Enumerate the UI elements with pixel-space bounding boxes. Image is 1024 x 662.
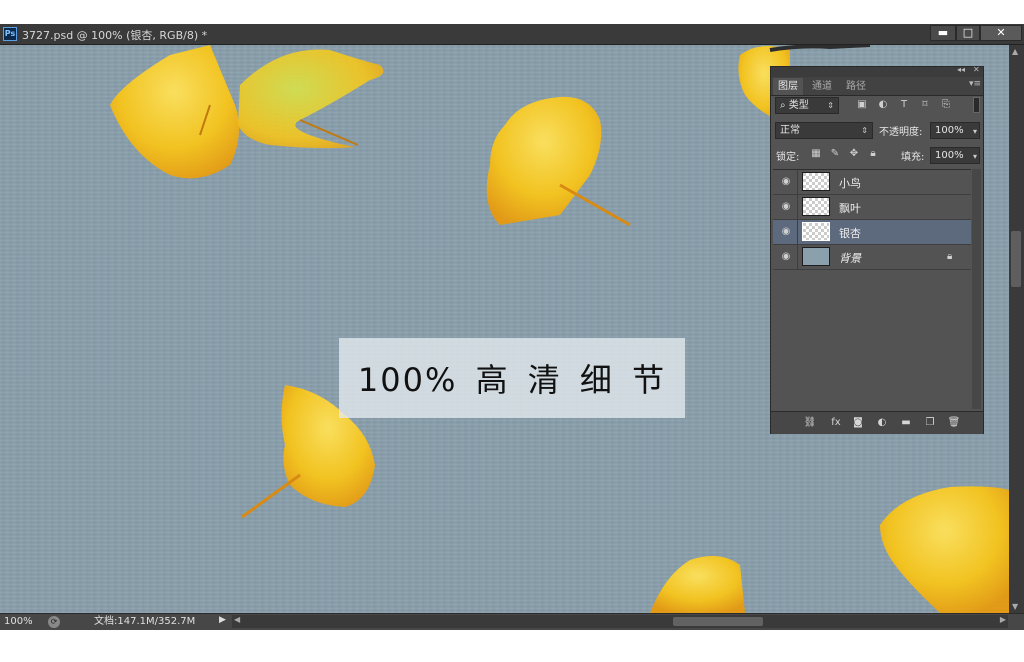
canvas-horizontal-scrollbar[interactable]: ◀ ▶ [232, 615, 1008, 628]
link-layers-icon[interactable]: ⛓ [803, 416, 817, 430]
document-tab-title[interactable]: 3727.psd @ 100% (银杏, RGB/8) * [22, 27, 207, 43]
opacity-field[interactable]: 100% ▾ [930, 122, 980, 139]
fill-label: 填充: [901, 152, 925, 163]
fill-value: 100% [935, 150, 964, 161]
panel-menu-icon[interactable]: ▾≡ [969, 79, 981, 89]
blend-mode-value: 正常 [780, 125, 800, 136]
scroll-right-arrow-icon[interactable]: ▶ [1000, 615, 1006, 624]
branch-shape [769, 45, 871, 52]
delete-layer-trash-icon[interactable]: 🗑︎ [947, 416, 961, 430]
horizontal-scroll-thumb[interactable] [673, 617, 763, 626]
search-icon: ⌕ [780, 100, 789, 111]
tab-layers[interactable]: 图层 [773, 78, 803, 95]
document-title-bar: Ps 3727.psd @ 100% (银杏, RGB/8) * ▬ □ ✕ [0, 24, 1024, 45]
layer-name[interactable]: 银杏 [839, 225, 861, 241]
caption-banner: 100% 高 清 细 节 [339, 338, 685, 418]
status-bar: 100% ⟳ 文档:147.1M/352.7M ▶ ◀ ▶ [0, 613, 1024, 630]
fill-field[interactable]: 100% ▾ [930, 147, 980, 164]
tab-paths[interactable]: 路径 [841, 78, 871, 95]
ginkgo-leaf-bottomright [880, 486, 1009, 613]
document-size-info: 文档:147.1M/352.7M [94, 616, 196, 627]
layer-row-ginkgo[interactable]: ◉ 银杏 [773, 220, 971, 245]
page-bottom-margin [0, 630, 1024, 662]
layer-thumbnail [802, 247, 830, 266]
adjustment-layer-icon[interactable]: ◐ [875, 416, 889, 430]
close-panel-icon[interactable]: ✕ [973, 65, 980, 74]
filter-toggle-switch[interactable] [973, 97, 980, 113]
chevron-down-icon[interactable]: ▾ [973, 124, 977, 139]
lock-icon: 🔒︎ [947, 251, 953, 262]
vertical-scroll-thumb[interactable] [1011, 231, 1021, 287]
layer-thumbnail [802, 197, 830, 216]
scroll-up-arrow-icon[interactable]: ▲ [1012, 47, 1018, 56]
add-mask-icon[interactable]: ◙ [851, 416, 865, 430]
lock-position-icon[interactable]: ✥ [848, 148, 860, 160]
blend-mode-select[interactable]: 正常 ⇕ [775, 122, 873, 139]
maximize-button[interactable]: □ [956, 25, 980, 41]
divider [797, 220, 798, 244]
divider [797, 170, 798, 194]
divider [797, 195, 798, 219]
layer-filter-select[interactable]: ⌕ 类型 ⇕ [775, 97, 839, 114]
type-filter-icon[interactable]: T [897, 98, 911, 112]
visibility-eye-icon[interactable]: ◉ [780, 251, 792, 263]
layer-thumbnail [802, 172, 830, 191]
ginkgo-leaf-topleft [110, 45, 239, 179]
new-layer-icon[interactable]: ❐ [923, 416, 937, 430]
layer-list-scrollbar[interactable] [972, 169, 981, 409]
minimize-button[interactable]: ▬ [930, 25, 956, 41]
layers-panel-footer: ⛓ fx ◙ ◐ ▬ ❐ 🗑︎ [771, 411, 983, 434]
ginkgo-leaf-center [486, 96, 631, 227]
layer-name[interactable]: 背景 [839, 250, 861, 266]
layer-row-bird[interactable]: ◉ 小鸟 [773, 170, 971, 195]
status-menu-arrow-icon[interactable]: ▶ [219, 615, 226, 625]
layer-thumbnail [802, 222, 830, 241]
opacity-value: 100% [935, 125, 964, 136]
layer-list: ◉ 小鸟 ◉ 飘叶 ◉ 银杏 ◉ 背景 🔒︎ [773, 169, 971, 410]
panel-tabs: 图层 通道 路径 ▾≡ [771, 77, 983, 96]
opacity-label: 不透明度: [879, 127, 923, 138]
dropdown-arrows-icon: ⇕ [861, 126, 868, 135]
caption-text: 100% 高 清 细 节 [357, 361, 667, 399]
divider [797, 245, 798, 269]
lock-transparent-pixels-icon[interactable]: ▦ [810, 148, 822, 160]
adjustment-filter-icon[interactable]: ◐ [876, 98, 890, 112]
share-icon[interactable]: ⟳ [48, 616, 60, 628]
filter-kind-value: 类型 [788, 100, 809, 111]
tab-channels[interactable]: 通道 [807, 78, 837, 95]
panel-header-strip[interactable]: ◂◂ ✕ [771, 65, 983, 77]
layer-row-background[interactable]: ◉ 背景 🔒︎ [773, 245, 971, 270]
layer-style-fx-icon[interactable]: fx [829, 416, 843, 430]
ginkgo-leaf-bottom [650, 556, 745, 613]
shape-filter-icon[interactable]: ⌑ [918, 98, 932, 112]
chevron-down-icon[interactable]: ▾ [973, 149, 977, 164]
image-filter-icon[interactable]: ▣ [855, 98, 869, 112]
photoshop-logo-icon: Ps [3, 27, 17, 41]
ginkgo-leaf-topleft-2 [238, 49, 384, 149]
lock-all-icon[interactable]: 🔒︎ [867, 148, 879, 160]
visibility-eye-icon[interactable]: ◉ [780, 201, 792, 213]
layer-name[interactable]: 小鸟 [839, 175, 861, 191]
smart-object-filter-icon[interactable]: ⎘ [939, 98, 953, 112]
visibility-eye-icon[interactable]: ◉ [780, 226, 792, 238]
scroll-down-arrow-icon[interactable]: ▼ [1012, 602, 1018, 611]
new-group-folder-icon[interactable]: ▬ [899, 416, 913, 430]
lock-label: 锁定: [776, 152, 800, 163]
dropdown-arrows-icon: ⇕ [827, 101, 834, 110]
close-button[interactable]: ✕ [980, 25, 1022, 41]
layer-row-falling-leaves[interactable]: ◉ 飘叶 [773, 195, 971, 220]
lock-image-pixels-icon[interactable]: ✎ [829, 148, 841, 160]
scroll-left-arrow-icon[interactable]: ◀ [234, 615, 240, 624]
canvas-vertical-scrollbar[interactable]: ▲ ▼ [1009, 45, 1024, 613]
layer-name[interactable]: 飘叶 [839, 200, 861, 216]
visibility-eye-icon[interactable]: ◉ [780, 176, 792, 188]
layers-panel: ◂◂ ✕ 图层 通道 路径 ▾≡ ⌕ 类型 ⇕ ▣ ◐ T ⌑ ⎘ 正常 ⇕ 不… [770, 65, 984, 434]
collapse-panel-icon[interactable]: ◂◂ [957, 65, 965, 74]
zoom-level-field[interactable]: 100% [4, 615, 42, 628]
